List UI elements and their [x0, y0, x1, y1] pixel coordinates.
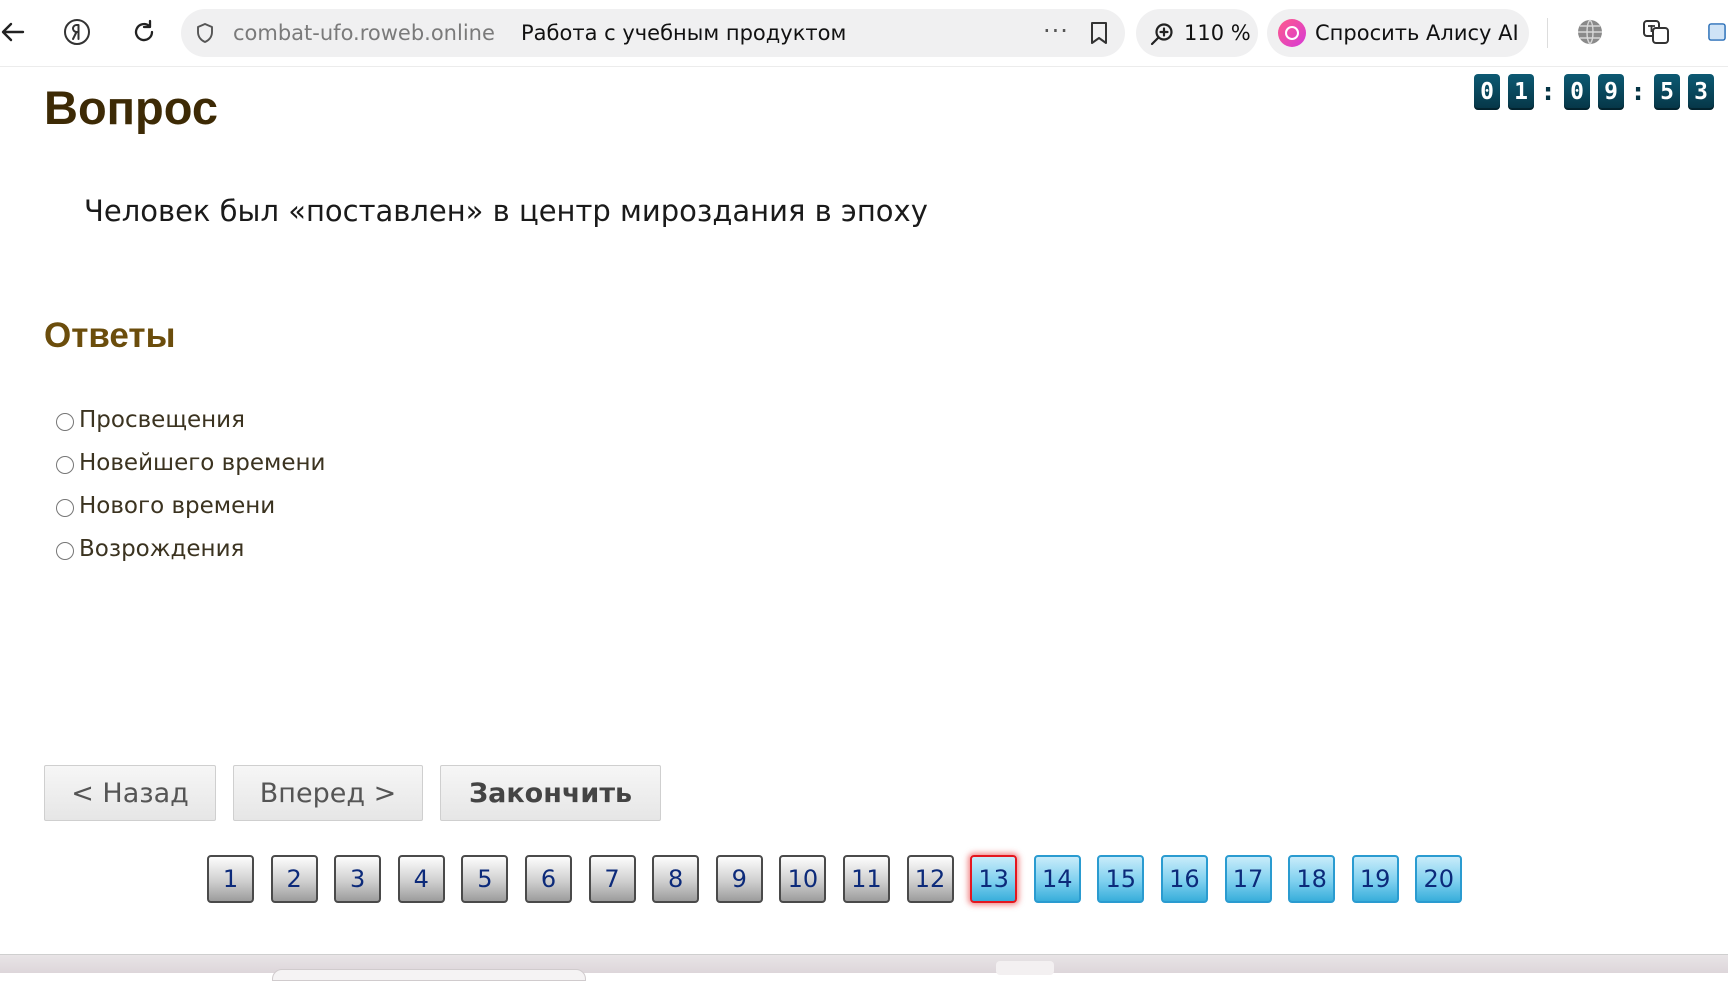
question-number-button[interactable]: 2 [270, 855, 318, 903]
question-number-button[interactable]: 6 [524, 855, 572, 903]
answer-label[interactable]: Нового времени [79, 493, 275, 519]
bottom-tab[interactable] [272, 969, 586, 981]
alice-label: Спросить Алису AI [1315, 21, 1519, 45]
address-bar[interactable]: combat-ufo.roweb.online Работа с учебным… [181, 9, 1125, 57]
answer-radio[interactable] [56, 541, 74, 560]
answer-option[interactable]: Новейшего времени [56, 441, 325, 484]
timer-digit: 9 [1598, 74, 1624, 110]
answer-radio[interactable] [56, 455, 74, 474]
answer-option[interactable]: Просвещения [56, 398, 325, 441]
question-number-button[interactable]: 3 [334, 855, 382, 903]
question-number-button[interactable]: 19 [1351, 855, 1399, 903]
timer-digit: 0 [1474, 74, 1500, 110]
timer-digit: 3 [1688, 74, 1714, 110]
timer-separator: : [1543, 78, 1553, 106]
answer-label[interactable]: Просвещения [79, 407, 245, 433]
timer-digit: 1 [1508, 74, 1534, 110]
finish-button[interactable]: Закончить [440, 765, 661, 821]
shield-icon [193, 21, 217, 49]
question-number-button[interactable]: 8 [652, 855, 700, 903]
back-button[interactable]: < Назад [44, 765, 216, 821]
question-number-button[interactable]: 9 [715, 855, 763, 903]
bookmark-icon[interactable] [1087, 20, 1111, 50]
question-number-button[interactable]: 10 [779, 855, 827, 903]
question-number-button[interactable]: 15 [1097, 855, 1145, 903]
answer-radio[interactable] [56, 412, 74, 431]
question-number-button-current[interactable]: 13 [970, 855, 1018, 903]
question-number-button[interactable]: 4 [397, 855, 445, 903]
toolbar-divider [1547, 18, 1548, 48]
question-text: Человек был «поставлен» в центр мироздан… [84, 194, 928, 228]
bottom-tab[interactable] [996, 961, 1054, 975]
zoom-icon [1149, 21, 1175, 51]
globe-icon[interactable] [1573, 15, 1607, 49]
question-number-button[interactable]: 12 [906, 855, 954, 903]
question-pager: 1 2 3 4 5 6 7 8 9 10 11 12 13 14 15 16 1… [207, 855, 1463, 903]
timer-digit: 5 [1654, 74, 1680, 110]
more-icon[interactable]: ··· [1043, 17, 1069, 45]
url-host: combat-ufo.roweb.online [233, 21, 495, 45]
yandex-icon[interactable] [60, 15, 94, 49]
answers-heading: Ответы [44, 316, 176, 355]
zoom-indicator[interactable]: 110 % [1136, 9, 1258, 57]
question-number-button[interactable]: 18 [1288, 855, 1336, 903]
countdown-timer: 0 1 : 0 9 : 5 3 [1474, 74, 1714, 110]
timer-separator: : [1633, 78, 1643, 106]
translate-icon[interactable] [1639, 15, 1673, 49]
browser-toolbar: combat-ufo.roweb.online Работа с учебным… [0, 0, 1728, 67]
question-number-button[interactable]: 11 [842, 855, 890, 903]
question-number-button[interactable]: 5 [461, 855, 509, 903]
question-number-button[interactable]: 1 [207, 855, 254, 903]
question-heading: Вопрос [44, 81, 218, 134]
question-number-button[interactable]: 17 [1224, 855, 1272, 903]
answer-option[interactable]: Возрождения [56, 527, 325, 570]
question-number-button[interactable]: 16 [1160, 855, 1208, 903]
forward-button[interactable]: Вперед > [233, 765, 423, 821]
alice-button[interactable]: Спросить Алису AI [1267, 9, 1529, 57]
question-number-button[interactable]: 7 [588, 855, 636, 903]
question-number-button[interactable]: 14 [1033, 855, 1081, 903]
timer-digit: 0 [1564, 74, 1590, 110]
extension-icon[interactable] [1706, 15, 1728, 49]
reload-icon[interactable] [127, 15, 161, 49]
bottom-bar [0, 954, 1728, 981]
question-number-button[interactable]: 20 [1415, 855, 1463, 903]
page-title: Работа с учебным продуктом [521, 21, 847, 45]
zoom-level: 110 % [1184, 21, 1251, 45]
answer-radio[interactable] [56, 498, 74, 517]
answer-option[interactable]: Нового времени [56, 484, 325, 527]
answer-label[interactable]: Новейшего времени [79, 450, 325, 476]
answer-label[interactable]: Возрождения [79, 536, 244, 562]
back-arrow-icon[interactable] [0, 15, 30, 49]
answer-list: Просвещения Новейшего времени Нового вре… [56, 398, 325, 570]
alice-icon [1278, 19, 1306, 47]
